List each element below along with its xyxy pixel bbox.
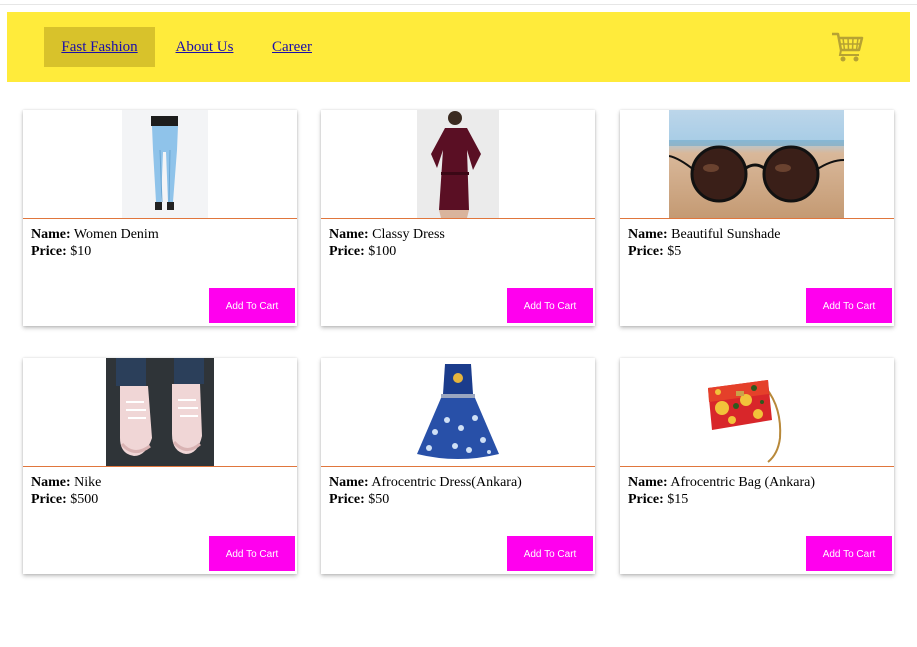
card-divider (620, 218, 894, 219)
product-image (106, 358, 214, 466)
name-label: Name: (628, 227, 668, 242)
name-label: Name: (31, 227, 71, 242)
name-label: Name: (628, 475, 668, 490)
product-info: Name: Nike Price: $500 (31, 474, 101, 508)
product-price: $50 (368, 492, 390, 507)
nav-home-link[interactable]: Fast Fashion (44, 27, 155, 67)
product-card: Name: Women Denim Price: $10 Add To Cart (23, 110, 297, 326)
price-label: Price: (329, 244, 365, 259)
product-image (417, 110, 499, 218)
nav-career-link[interactable]: Career (267, 27, 317, 67)
card-divider (321, 466, 595, 467)
navbar: Fast Fashion About Us Career (7, 12, 910, 82)
add-to-cart-button[interactable]: Add To Cart (209, 288, 295, 323)
name-label: Name: (329, 227, 369, 242)
product-image (669, 110, 844, 218)
product-price: $500 (70, 492, 99, 507)
product-name: Afrocentric Dress(Ankara) (371, 475, 522, 490)
price-label: Price: (628, 244, 664, 259)
card-divider (23, 218, 297, 219)
shopping-cart-icon[interactable] (829, 28, 865, 64)
product-name: Nike (74, 475, 102, 490)
product-info: Name: Beautiful Sunshade Price: $5 (628, 226, 780, 260)
add-to-cart-button[interactable]: Add To Cart (507, 288, 593, 323)
add-to-cart-button[interactable]: Add To Cart (806, 288, 892, 323)
price-label: Price: (31, 492, 67, 507)
product-price: $100 (368, 244, 397, 259)
card-divider (620, 466, 894, 467)
product-info: Name: Afrocentric Bag (Ankara) Price: $1… (628, 474, 815, 508)
product-info: Name: Women Denim Price: $10 (31, 226, 159, 260)
product-image (122, 110, 208, 218)
add-to-cart-button[interactable]: Add To Cart (507, 536, 593, 571)
product-image (702, 358, 802, 466)
price-label: Price: (329, 492, 365, 507)
card-divider (23, 466, 297, 467)
product-info: Name: Afrocentric Dress(Ankara) Price: $… (329, 474, 522, 508)
price-label: Price: (31, 244, 67, 259)
product-price: $5 (667, 244, 682, 259)
add-to-cart-button[interactable]: Add To Cart (209, 536, 295, 571)
product-name: Women Denim (73, 227, 159, 242)
product-info: Name: Classy Dress Price: $100 (329, 226, 445, 260)
card-divider (321, 218, 595, 219)
product-price: $10 (70, 244, 92, 259)
product-price: $15 (667, 492, 689, 507)
top-divider (0, 4, 917, 5)
product-card: Name: Afrocentric Dress(Ankara) Price: $… (321, 358, 595, 574)
product-card: Name: Classy Dress Price: $100 Add To Ca… (321, 110, 595, 326)
name-label: Name: (31, 475, 71, 490)
product-card: Name: Nike Price: $500 Add To Cart (23, 358, 297, 574)
name-label: Name: (329, 475, 369, 490)
price-label: Price: (628, 492, 664, 507)
product-name: Afrocentric Bag (Ankara) (670, 475, 815, 490)
product-name: Beautiful Sunshade (671, 227, 781, 242)
product-name: Classy Dress (372, 227, 445, 242)
product-card: Name: Afrocentric Bag (Ankara) Price: $1… (620, 358, 894, 574)
product-card: Name: Beautiful Sunshade Price: $5 Add T… (620, 110, 894, 326)
add-to-cart-button[interactable]: Add To Cart (806, 536, 892, 571)
product-image (411, 358, 505, 466)
nav-about-link[interactable]: About Us (167, 27, 242, 67)
